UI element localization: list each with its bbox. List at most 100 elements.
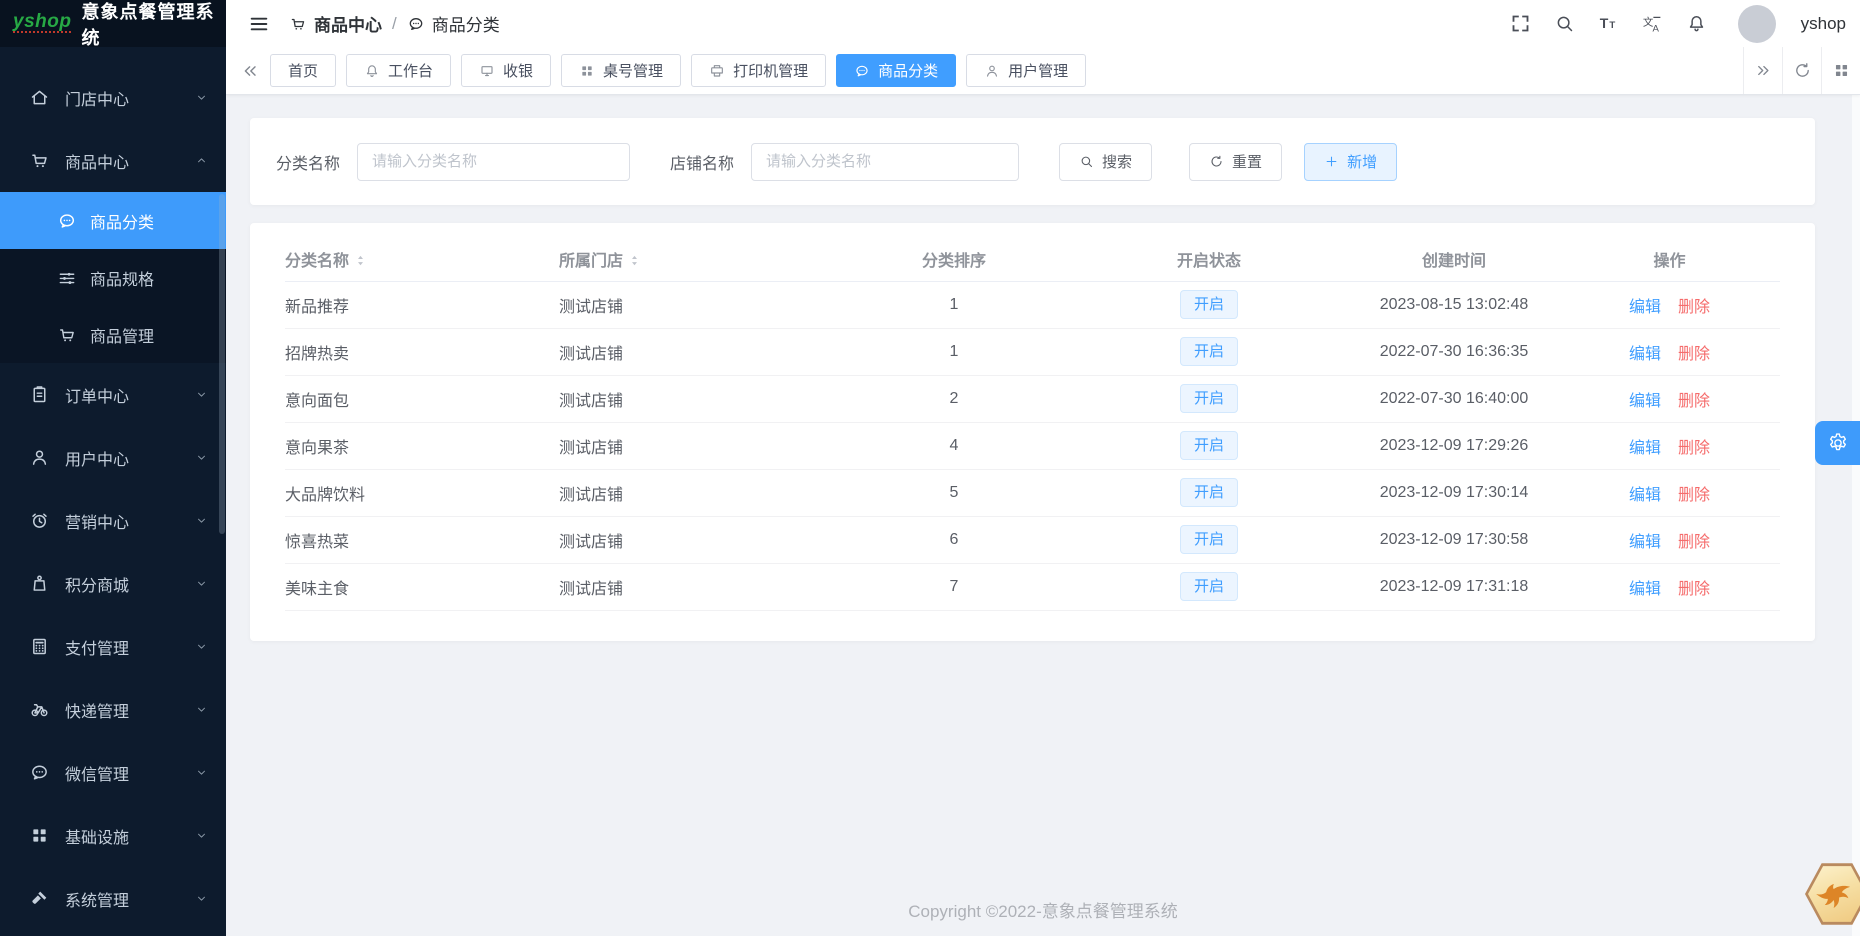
grid-icon	[1832, 61, 1851, 80]
tab-home[interactable]: 首页	[270, 54, 337, 87]
add-button[interactable]: 新增	[1304, 142, 1398, 181]
cell-category-name: 惊喜热菜	[285, 516, 559, 564]
search-icon[interactable]	[1554, 13, 1575, 34]
refresh-tab-button[interactable]	[1782, 47, 1821, 94]
tabs-scroll-right-button[interactable]	[1743, 47, 1782, 94]
tabs-scroll-left-icon[interactable]	[240, 61, 260, 81]
edit-link[interactable]: 编辑	[1629, 440, 1661, 457]
table-panel: 分类名称 所属门店 分类排序 开启状态 创建时间 操作 新品推荐 测试店铺 1 开启 2023-0…	[250, 223, 1815, 641]
sidebar-item-express-manage[interactable]: 快递管理	[0, 678, 226, 741]
sidebar-menu: 门店中心 商品中心 商品分类 商品规格 商品管理 订单中心 用户中心 营销中心 积分商城 支付管理…	[0, 47, 226, 930]
cell-created-time: 2023-08-15 13:02:48	[1349, 281, 1559, 329]
sidebar-item-points-mall[interactable]: 积分商城	[0, 552, 226, 615]
edit-link[interactable]: 编辑	[1629, 346, 1661, 363]
sidebar-item-user-center[interactable]: 用户中心	[0, 426, 226, 489]
cell-sort-order: 1	[839, 281, 1069, 329]
hamburger-icon[interactable]	[248, 13, 270, 35]
tab-table-management[interactable]: 桌号管理	[561, 54, 682, 87]
tab-cashier[interactable]: 收银	[461, 54, 552, 87]
cell-status: 开启	[1069, 328, 1349, 376]
sidebar-item-goods-manage[interactable]: 商品管理	[0, 306, 226, 363]
cell-created-time: 2023-12-09 17:31:18	[1349, 563, 1559, 611]
username[interactable]: yshop	[1801, 14, 1846, 34]
clipboard-icon	[29, 384, 50, 405]
refresh-icon	[1209, 154, 1224, 169]
sidebar-scrollbar[interactable]	[219, 194, 225, 534]
yshop-logo: yshop	[13, 10, 72, 33]
svg-text:A: A	[1652, 23, 1659, 34]
store-name-label: 店铺名称	[670, 155, 735, 173]
cell-category-name: 美味主食	[285, 563, 559, 611]
status-badge: 开启	[1179, 337, 1238, 366]
cell-actions: 编辑 删除	[1559, 422, 1780, 470]
sidebar-item-store-center[interactable]: 门店中心	[0, 66, 226, 129]
tab-user-management[interactable]: 用户管理	[966, 54, 1087, 87]
cell-created-time: 2022-07-30 16:40:00	[1349, 375, 1559, 423]
translate-icon[interactable]: 文A	[1642, 13, 1663, 34]
delete-link[interactable]: 删除	[1678, 440, 1710, 457]
cell-store: 测试店铺	[559, 516, 839, 564]
sliders-icon	[57, 268, 77, 288]
sidebar-item-marketing-center[interactable]: 营销中心	[0, 489, 226, 552]
delete-link[interactable]: 删除	[1678, 534, 1710, 551]
store-name-input[interactable]	[751, 142, 1020, 181]
sidebar-item-order-center[interactable]: 订单中心	[0, 363, 226, 426]
fullscreen-icon[interactable]	[1510, 13, 1531, 34]
chat-icon	[29, 762, 50, 783]
tab-printer-management[interactable]: 打印机管理	[691, 54, 827, 87]
category-name-input[interactable]	[357, 142, 631, 181]
reset-button[interactable]: 重置	[1189, 142, 1283, 181]
sidebar-item-system-manage[interactable]: 系统管理	[0, 867, 226, 930]
edit-link[interactable]: 编辑	[1629, 299, 1661, 316]
cell-category-name: 新品推荐	[285, 281, 559, 329]
main-content: 分类名称 店铺名称 搜索 重置 新增 分类	[226, 95, 1860, 936]
table-row: 惊喜热菜 测试店铺 6 开启 2023-12-09 17:30:58 编辑 删除	[285, 516, 1780, 564]
sidebar-item-wechat-manage[interactable]: 微信管理	[0, 741, 226, 804]
top-header: 商品中心 / 商品分类 TT 文A yshop	[226, 0, 1860, 47]
printer-icon	[709, 63, 725, 79]
status-badge: 开启	[1179, 431, 1238, 460]
app-logo[interactable]: yshop 意象点餐管理系统	[0, 0, 226, 48]
column-header[interactable]: 分类名称	[285, 237, 559, 282]
cell-created-time: 2023-12-09 17:30:14	[1349, 469, 1559, 517]
sidebar-item-goods-spec[interactable]: 商品规格	[0, 249, 226, 306]
delete-link[interactable]: 删除	[1678, 581, 1710, 598]
cell-sort-order: 1	[839, 328, 1069, 376]
breadcrumb: 商品中心 / 商品分类	[289, 11, 500, 36]
column-header[interactable]: 所属门店	[559, 237, 839, 282]
cell-category-name: 招牌热卖	[285, 328, 559, 376]
search-icon	[1079, 154, 1094, 169]
delete-link[interactable]: 删除	[1678, 346, 1710, 363]
chevron-down-icon	[195, 388, 208, 401]
edit-link[interactable]: 编辑	[1629, 393, 1661, 410]
mascot-badge[interactable]	[1805, 862, 1860, 926]
sidebar-item-infrastructure[interactable]: 基础设施	[0, 804, 226, 867]
avatar[interactable]	[1737, 4, 1776, 43]
edit-link[interactable]: 编辑	[1629, 487, 1661, 504]
cell-category-name: 意向面包	[285, 375, 559, 423]
delete-link[interactable]: 删除	[1678, 299, 1710, 316]
breadcrumb-item[interactable]: 商品中心	[289, 11, 382, 36]
delete-link[interactable]: 删除	[1678, 393, 1710, 410]
tab-options-button[interactable]	[1821, 47, 1860, 94]
chat-icon	[854, 63, 870, 79]
tab-goods-category[interactable]: 商品分类	[836, 54, 957, 87]
search-button[interactable]: 搜索	[1059, 142, 1153, 181]
table-row: 大品牌饮料 测试店铺 5 开启 2023-12-09 17:30:14 编辑 删除	[285, 469, 1780, 517]
settings-fab[interactable]	[1815, 421, 1860, 465]
sidebar-item-payment-manage[interactable]: 支付管理	[0, 615, 226, 678]
delete-link[interactable]: 删除	[1678, 487, 1710, 504]
notification-bell-icon[interactable]	[1686, 13, 1707, 34]
font-size-icon[interactable]: TT	[1598, 13, 1619, 34]
sort-caret-icon[interactable]	[627, 253, 642, 268]
sort-caret-icon[interactable]	[353, 253, 368, 268]
tab-workbench[interactable]: 工作台	[346, 54, 452, 87]
sidebar-item-goods-category[interactable]: 商品分类	[0, 192, 226, 249]
sidebar-item-goods-center[interactable]: 商品中心	[0, 129, 226, 192]
filter-panel: 分类名称 店铺名称 搜索 重置 新增	[250, 118, 1815, 205]
edit-link[interactable]: 编辑	[1629, 581, 1661, 598]
tab-list: 首页 工作台 收银 桌号管理 打印机管理 商品分类 用户管理	[270, 54, 1743, 87]
breadcrumb-separator: /	[392, 13, 397, 33]
bell-icon	[364, 63, 380, 79]
edit-link[interactable]: 编辑	[1629, 534, 1661, 551]
